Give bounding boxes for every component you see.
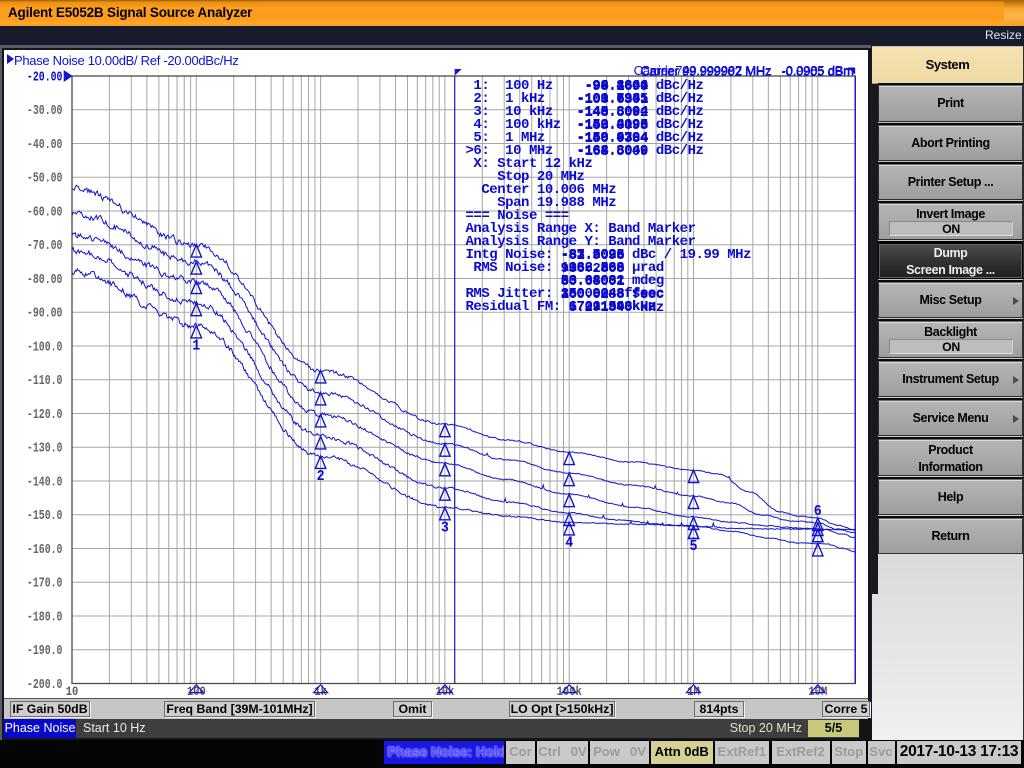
svg-text:-80.00: -80.00 bbox=[27, 273, 63, 288]
svg-text:-170.0: -170.0 bbox=[27, 577, 63, 592]
svg-text:-120.0: -120.0 bbox=[27, 408, 63, 423]
svg-text:5: 5 bbox=[690, 539, 698, 555]
svg-text:-60.00: -60.00 bbox=[27, 205, 63, 220]
svg-text:1M: 1M bbox=[687, 684, 700, 698]
svg-text:-150.0: -150.0 bbox=[27, 509, 63, 524]
svg-text:-140.0: -140.0 bbox=[27, 475, 63, 490]
svg-text:3: 3 bbox=[441, 520, 449, 536]
svg-text:10M: 10M bbox=[808, 684, 827, 698]
svg-text:100: 100 bbox=[187, 684, 206, 698]
svg-text:1: 1 bbox=[192, 338, 200, 354]
svg-text:-20.00: -20.00 bbox=[27, 70, 63, 85]
svg-text:-160.0: -160.0 bbox=[27, 543, 63, 558]
svg-text:10: 10 bbox=[66, 684, 79, 698]
svg-text:2: 2 bbox=[317, 469, 325, 485]
svg-text:-40.00: -40.00 bbox=[27, 138, 63, 153]
svg-text:-100.0: -100.0 bbox=[27, 340, 63, 355]
svg-text:-90.00: -90.00 bbox=[27, 307, 63, 322]
svg-text:-190.0: -190.0 bbox=[27, 644, 63, 659]
svg-text:-200.0: -200.0 bbox=[27, 678, 63, 693]
svg-text:-70.00: -70.00 bbox=[27, 239, 63, 254]
svg-text:-50.00: -50.00 bbox=[27, 172, 63, 187]
svg-text:-30.00: -30.00 bbox=[27, 104, 63, 119]
svg-text:100k: 100k bbox=[557, 684, 582, 698]
svg-text:4: 4 bbox=[565, 535, 573, 551]
svg-text:-130.0: -130.0 bbox=[27, 442, 63, 457]
svg-text:1k: 1k bbox=[314, 684, 327, 698]
svg-text:10k: 10k bbox=[435, 684, 454, 698]
svg-text:-180.0: -180.0 bbox=[27, 610, 63, 625]
svg-text:-110.0: -110.0 bbox=[27, 374, 63, 389]
svg-text:6: 6 bbox=[814, 504, 822, 520]
